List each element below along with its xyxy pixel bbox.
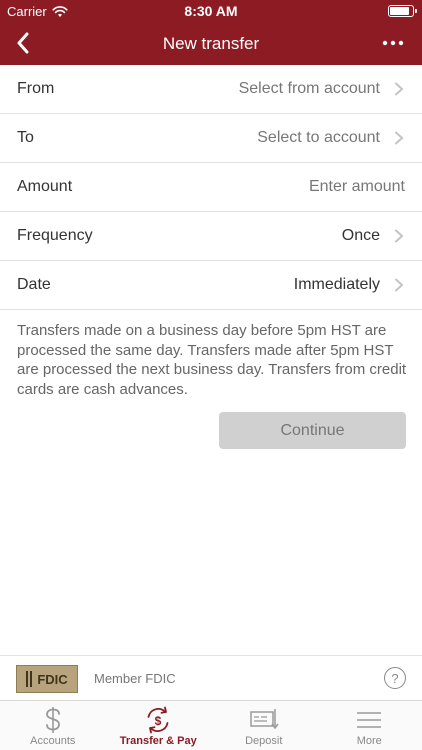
tab-deposit-label: Deposit bbox=[245, 735, 283, 747]
help-icon[interactable]: ? bbox=[384, 667, 406, 689]
amount-row[interactable]: Amount Enter amount bbox=[0, 163, 422, 212]
chevron-right-icon bbox=[395, 82, 404, 96]
more-dots-icon bbox=[382, 40, 404, 46]
tab-accounts-label: Accounts bbox=[30, 735, 76, 747]
date-row[interactable]: Date Immediately bbox=[0, 261, 422, 310]
chevron-right-icon bbox=[395, 278, 404, 292]
tab-deposit[interactable]: Deposit bbox=[211, 701, 317, 750]
tab-transfer-pay[interactable]: $ Transfer & Pay bbox=[106, 701, 212, 750]
date-label: Date bbox=[17, 276, 51, 293]
status-time: 8:30 AM bbox=[184, 3, 238, 19]
tab-accounts[interactable]: Accounts bbox=[0, 701, 106, 750]
member-fdic-text: Member FDIC bbox=[94, 671, 176, 686]
fdic-footer: FDIC Member FDIC ? bbox=[0, 655, 422, 700]
svg-text:$: $ bbox=[155, 714, 162, 728]
dollar-icon bbox=[45, 707, 60, 733]
tab-transfer-pay-label: Transfer & Pay bbox=[119, 735, 197, 747]
frequency-row[interactable]: Frequency Once bbox=[0, 212, 422, 261]
transfer-icon: $ bbox=[147, 706, 169, 734]
from-account-value: Select from account bbox=[238, 80, 380, 97]
to-label: To bbox=[17, 129, 34, 146]
from-label: From bbox=[17, 80, 55, 97]
to-account-row[interactable]: To Select to account bbox=[0, 114, 422, 163]
chevron-right-icon bbox=[395, 131, 404, 145]
app-header: Carrier 8:30 AM New transfer bbox=[0, 0, 422, 65]
more-options-button[interactable] bbox=[378, 28, 408, 58]
page-title: New transfer bbox=[162, 34, 260, 53]
check-deposit-icon bbox=[250, 709, 279, 730]
tab-more-label: More bbox=[356, 735, 382, 747]
tab-more[interactable]: More bbox=[317, 701, 422, 750]
fdic-logo: FDIC bbox=[16, 665, 78, 693]
battery-icon bbox=[388, 5, 417, 17]
frequency-value: Once bbox=[341, 227, 380, 244]
tab-bar: Accounts $ Transfer & Pay Deposit More bbox=[0, 700, 422, 750]
transfer-form: From Select from account To Select to ac… bbox=[0, 65, 422, 310]
date-value: Immediately bbox=[293, 276, 380, 293]
amount-input[interactable]: Enter amount bbox=[309, 178, 405, 196]
transfer-disclaimer: Transfers made on a business day before … bbox=[17, 322, 407, 398]
continue-button[interactable]: Continue bbox=[219, 412, 406, 449]
from-account-row[interactable]: From Select from account bbox=[0, 65, 422, 114]
fdic-logo-text: FDIC bbox=[37, 671, 68, 687]
nav-bar: New transfer bbox=[0, 22, 422, 65]
frequency-label: Frequency bbox=[17, 227, 93, 244]
amount-label: Amount bbox=[17, 178, 73, 195]
to-account-value: Select to account bbox=[257, 129, 380, 146]
menu-icon bbox=[357, 712, 382, 728]
chevron-right-icon bbox=[395, 229, 404, 243]
status-bar: Carrier 8:30 AM bbox=[0, 0, 422, 22]
